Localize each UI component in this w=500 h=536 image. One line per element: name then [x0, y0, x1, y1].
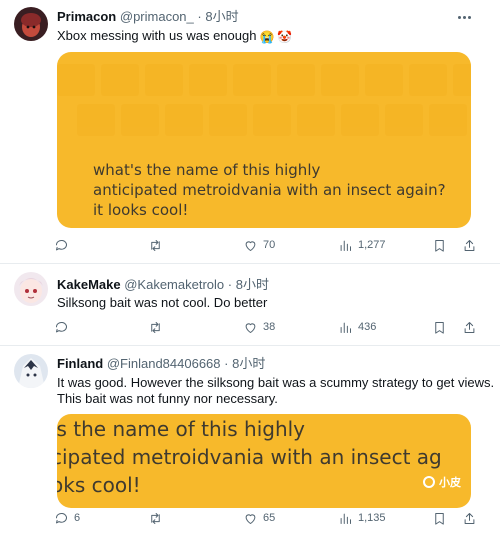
media-caption-line: 's the name of this highly	[57, 417, 306, 441]
tweet-finland[interactable]: Finland @Finland84406668 · 8小时 It was go…	[0, 346, 500, 536]
tweet-header: KakeMake @Kakemaketrolo · 8小时	[57, 277, 269, 293]
watermark: 小皮	[423, 474, 461, 490]
more-icon[interactable]	[454, 10, 474, 24]
tweet-actions: 6 65 1,135	[0, 510, 500, 526]
reply-icon	[55, 512, 67, 523]
tweet-primacon[interactable]: Primacon @primacon_ · 8小时 Xbox messing w…	[0, 0, 500, 260]
reply-button[interactable]	[54, 237, 74, 253]
tweet-header: Finland @Finland84406668 · 8小时	[57, 356, 265, 372]
media-caption-line: it looks cool!	[93, 201, 189, 219]
tweet-media[interactable]: what's the name of this highly anticipat…	[57, 52, 471, 228]
share-button[interactable]	[462, 237, 477, 253]
avatar[interactable]	[14, 7, 48, 41]
retweet-icon	[151, 321, 160, 333]
like-button[interactable]: 70	[243, 237, 275, 253]
reply-icon	[55, 239, 67, 250]
timestamp[interactable]: 8小时	[236, 277, 269, 292]
like-count: 38	[263, 321, 276, 333]
tweet-media[interactable]: 's the name of this highly cipated metro…	[57, 414, 471, 508]
like-count: 70	[263, 239, 276, 251]
reply-button[interactable]: 6	[54, 510, 80, 526]
views-count: 436	[358, 321, 377, 333]
bookmark-button[interactable]	[432, 510, 447, 526]
like-icon	[245, 240, 256, 251]
handle[interactable]: @Kakemaketrolo	[124, 277, 224, 292]
tweet-text: Xbox messing with us was enough 😭 🤡	[57, 27, 292, 46]
media-caption-line: cipated metroidvania with an insect ag	[57, 445, 442, 469]
reply-button[interactable]	[54, 319, 74, 335]
views-button[interactable]: 1,135	[338, 510, 386, 526]
avatar[interactable]	[14, 354, 48, 388]
like-count: 65	[263, 512, 276, 524]
views-icon	[340, 240, 351, 251]
like-icon	[245, 322, 256, 333]
watermark-text: 小皮	[439, 477, 461, 489]
clown-emoji: 🤡	[277, 30, 293, 44]
display-name[interactable]: KakeMake	[57, 277, 121, 292]
display-name[interactable]: Primacon	[57, 9, 116, 24]
tweet-text-body: Xbox messing with us was enough	[57, 28, 257, 43]
like-button[interactable]: 65	[243, 510, 275, 526]
tweet-text: Silksong bait was not cool. Do better	[57, 295, 268, 310]
views-icon	[340, 322, 351, 333]
bookmark-icon	[435, 321, 444, 334]
retweet-button[interactable]	[148, 237, 168, 253]
tweet-header: Primacon @primacon_ · 8小时	[57, 9, 239, 25]
reply-icon	[55, 321, 67, 332]
retweet-button[interactable]	[148, 510, 168, 526]
like-button[interactable]: 38	[243, 319, 275, 335]
like-icon	[245, 513, 256, 524]
tweet-actions: 70 1,277	[0, 237, 500, 253]
share-icon	[464, 321, 475, 333]
retweet-icon	[151, 512, 160, 524]
share-button[interactable]	[462, 319, 477, 335]
views-count: 1,135	[358, 512, 386, 524]
separator: ·	[227, 277, 233, 292]
media-caption-line: anticipated metroidvania with an insect …	[93, 181, 446, 199]
tweet-actions: 38 436	[0, 319, 500, 335]
share-icon	[464, 512, 475, 524]
timestamp[interactable]: 8小时	[205, 9, 238, 24]
views-button[interactable]: 1,277	[338, 237, 386, 253]
separator: ·	[224, 356, 229, 371]
separator: ·	[197, 9, 202, 24]
views-icon	[340, 513, 351, 524]
media-caption-line: what's the name of this highly	[93, 161, 321, 179]
share-button[interactable]	[462, 510, 477, 526]
crying-emoji: 😭	[259, 30, 275, 44]
timestamp[interactable]: 8小时	[232, 356, 265, 371]
views-button[interactable]: 436	[338, 319, 376, 335]
retweet-icon	[151, 239, 160, 251]
reply-count: 6	[74, 512, 81, 524]
tweet-kakemake[interactable]: KakeMake @Kakemaketrolo · 8小时 Silksong b…	[0, 264, 500, 347]
bookmark-icon	[435, 239, 444, 252]
bookmark-button[interactable]	[432, 319, 447, 335]
tweet-text-line: This bait was not funny nor necessary.	[57, 391, 278, 406]
retweet-button[interactable]	[148, 319, 168, 335]
share-icon	[464, 239, 475, 251]
handle[interactable]: @Finland84406668	[107, 356, 221, 371]
bookmark-icon	[435, 512, 444, 525]
watermark-logo-icon	[423, 476, 435, 488]
tweet-text-line: It was good. However the silksong bait w…	[57, 375, 495, 390]
handle[interactable]: @primacon_	[120, 9, 194, 24]
bookmark-button[interactable]	[432, 237, 447, 253]
media-caption-line: oks cool!	[57, 473, 141, 497]
display-name[interactable]: Finland	[57, 356, 103, 371]
views-count: 1,277	[358, 239, 386, 251]
avatar[interactable]	[14, 272, 48, 306]
